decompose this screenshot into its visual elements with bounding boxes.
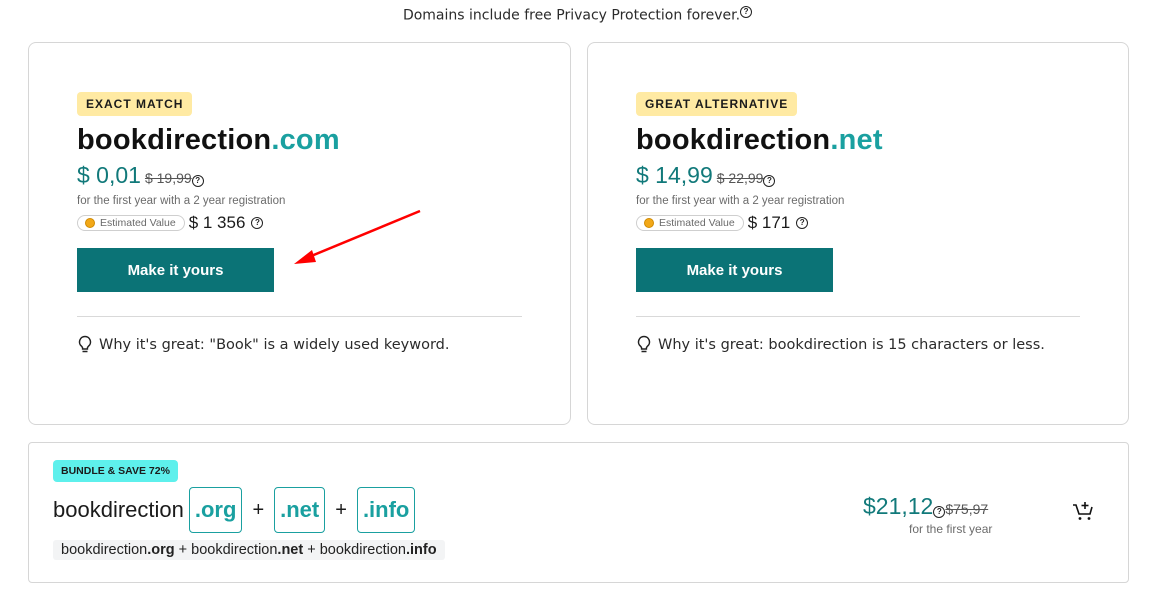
summary-name: bookdirection: [61, 542, 148, 558]
why-its-great: Why it's great: "Book" is a widely used …: [77, 335, 522, 355]
price: $ 0,01: [77, 162, 141, 188]
lightbulb-icon: [78, 335, 92, 353]
estimated-value: $ 1 356: [188, 213, 246, 232]
price-help-icon[interactable]: ?: [191, 175, 204, 187]
bundle-price: $21,12: [863, 493, 934, 519]
estimated-value-label: Estimated Value: [659, 217, 735, 229]
summary-name: bookdirection: [191, 542, 278, 558]
estimated-value-pill: Estimated Value: [77, 215, 185, 231]
divider: [77, 316, 522, 317]
estimated-value: $ 171: [747, 213, 791, 232]
make-it-yours-button[interactable]: Make it yours: [636, 248, 833, 292]
domain-name: bookdirection: [77, 124, 272, 156]
bundle-tld-info: .info: [356, 487, 416, 533]
domain-card-exact-match: EXACT MATCH bookdirection.com $ 0,01 $ 1…: [28, 42, 571, 425]
domain-tld: .net: [830, 124, 883, 156]
great-alternative-badge: GREAT ALTERNATIVE: [636, 92, 798, 116]
make-it-yours-button[interactable]: Make it yours: [77, 248, 274, 292]
bundle-old-price: $75,97: [945, 501, 989, 517]
price-help-icon[interactable]: ?: [763, 175, 776, 187]
help-icon[interactable]: ?: [740, 6, 753, 18]
add-to-cart-icon[interactable]: [1071, 499, 1095, 523]
estimated-help-icon[interactable]: ?: [251, 217, 264, 229]
estimated-value-row: Estimated Value $ 1 356 ?: [77, 213, 522, 233]
estimated-value-pill: Estimated Value: [636, 215, 744, 231]
estimated-value-row: Estimated Value $ 171 ?: [636, 213, 1080, 233]
price: $ 14,99: [636, 162, 713, 188]
privacy-note: Domains include free Privacy Protection …: [0, 6, 1155, 24]
bundle-card: BUNDLE & SAVE 72% bookdirection .org + .…: [28, 442, 1129, 583]
estimated-help-icon[interactable]: ?: [796, 217, 809, 229]
bundle-price-note: for the first year: [909, 522, 993, 536]
estimated-value-label: Estimated Value: [100, 217, 176, 229]
domain-name: bookdirection: [636, 124, 831, 156]
privacy-note-text: Domains include free Privacy Protection …: [402, 7, 741, 24]
coin-icon: [644, 218, 654, 228]
coin-icon: [85, 218, 95, 228]
plus-sign: +: [178, 542, 188, 558]
why-text: Why it's great: "Book" is a widely used …: [99, 337, 450, 353]
divider: [636, 316, 1080, 317]
why-its-great: Why it's great: bookdirection is 15 char…: [636, 335, 1080, 355]
why-text: Why it's great: bookdirection is 15 char…: [658, 337, 1045, 353]
old-price: $ 19,99: [144, 170, 192, 186]
summary-name: bookdirection: [319, 542, 406, 558]
summary-tld: .net: [277, 542, 304, 558]
bundle-tld-net: .net: [274, 487, 326, 533]
bundle-base-name: bookdirection: [53, 497, 184, 522]
plus-sign: +: [252, 498, 265, 521]
lightbulb-icon: [637, 335, 651, 353]
price-row: $ 14,99 $ 22,99 ?: [636, 162, 1080, 189]
price-note: for the first year with a 2 year registr…: [636, 195, 845, 207]
domain-title: bookdirection.com: [77, 124, 522, 157]
summary-tld: .info: [405, 542, 437, 558]
plus-sign: +: [307, 542, 316, 558]
exact-match-badge: EXACT MATCH: [77, 92, 193, 116]
bundle-domains: bookdirection .org + .net + .info: [53, 487, 418, 533]
bundle-price-help-icon[interactable]: ?: [933, 506, 946, 518]
bundle-price-row: $21,12 ? $75,97: [863, 493, 988, 520]
bundle-badge: BUNDLE & SAVE 72%: [53, 460, 178, 482]
old-price: $ 22,99: [716, 170, 764, 186]
domain-tld: .com: [271, 124, 340, 156]
summary-tld: .org: [147, 542, 175, 558]
bundle-summary: bookdirection.org + bookdirection.net + …: [53, 540, 445, 560]
price-note: for the first year with a 2 year registr…: [77, 195, 286, 207]
plus-sign: +: [335, 498, 347, 521]
domain-card-great-alternative: GREAT ALTERNATIVE bookdirection.net $ 14…: [587, 42, 1129, 425]
price-row: $ 0,01 $ 19,99 ?: [77, 162, 522, 189]
bundle-tld-org: .org: [188, 487, 243, 533]
domain-title: bookdirection.net: [636, 124, 1080, 157]
